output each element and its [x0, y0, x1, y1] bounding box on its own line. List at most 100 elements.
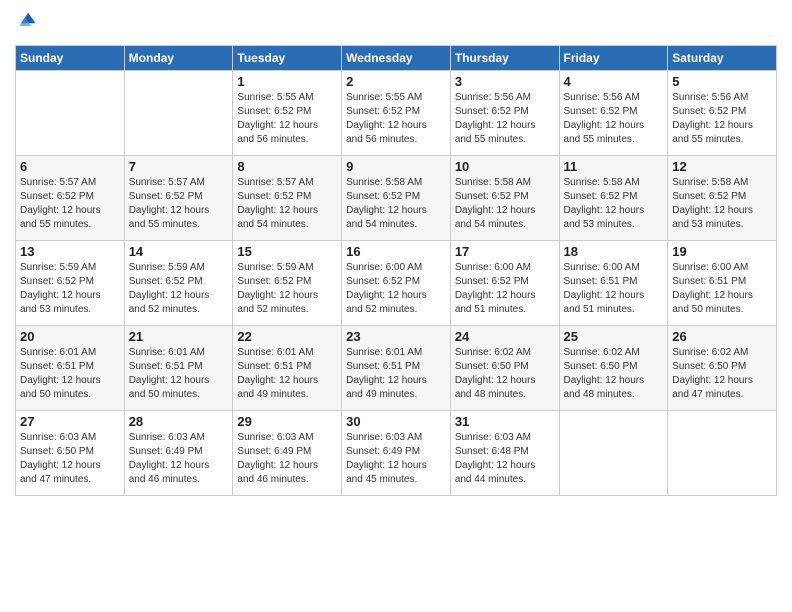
day-number: 27 [20, 414, 120, 429]
day-number: 7 [129, 159, 229, 174]
calendar-day-header: Saturday [668, 46, 777, 71]
day-detail: Sunrise: 6:00 AM Sunset: 6:52 PM Dayligh… [455, 261, 555, 317]
calendar-cell: 30 Sunrise: 6:03 AM Sunset: 6:49 PM Dayli… [342, 411, 451, 496]
day-number: 15 [237, 244, 337, 259]
calendar-cell: 27 Sunrise: 6:03 AM Sunset: 6:50 PM Dayli… [16, 411, 125, 496]
calendar-week-row: 27 Sunrise: 6:03 AM Sunset: 6:50 PM Dayli… [16, 411, 777, 496]
calendar-week-row: 6 Sunrise: 5:57 AM Sunset: 6:52 PM Daylig… [16, 156, 777, 241]
day-number: 11 [564, 159, 664, 174]
day-detail: Sunrise: 5:57 AM Sunset: 6:52 PM Dayligh… [20, 176, 120, 232]
day-number: 23 [346, 329, 446, 344]
day-number: 20 [20, 329, 120, 344]
calendar-day-header: Sunday [16, 46, 125, 71]
day-number: 4 [564, 74, 664, 89]
calendar-cell: 29 Sunrise: 6:03 AM Sunset: 6:49 PM Dayli… [233, 411, 342, 496]
day-number: 30 [346, 414, 446, 429]
calendar-cell: 9Sunrise: 5:58 AM Sunset: 6:52 PM Daylig… [342, 156, 451, 241]
day-detail: Sunrise: 5:55 AM Sunset: 6:52 PM Dayligh… [346, 91, 446, 147]
page-header [15, 10, 777, 37]
calendar-cell: 12 Sunrise: 5:58 AM Sunset: 6:52 PM Dayli… [668, 156, 777, 241]
day-detail: Sunrise: 6:01 AM Sunset: 6:51 PM Dayligh… [237, 346, 337, 402]
day-detail: Sunrise: 5:58 AM Sunset: 6:52 PM Dayligh… [672, 176, 772, 232]
calendar-cell [16, 71, 125, 156]
calendar-cell: 16 Sunrise: 6:00 AM Sunset: 6:52 PM Dayli… [342, 241, 451, 326]
day-detail: Sunrise: 5:56 AM Sunset: 6:52 PM Dayligh… [455, 91, 555, 147]
day-detail: Sunrise: 5:58 AM Sunset: 6:52 PM Dayligh… [564, 176, 664, 232]
day-number: 10 [455, 159, 555, 174]
day-number: 22 [237, 329, 337, 344]
day-detail: Sunrise: 6:03 AM Sunset: 6:49 PM Dayligh… [346, 431, 446, 487]
calendar-cell: 28 Sunrise: 6:03 AM Sunset: 6:49 PM Dayli… [124, 411, 233, 496]
day-number: 13 [20, 244, 120, 259]
day-number: 14 [129, 244, 229, 259]
day-number: 12 [672, 159, 772, 174]
calendar-cell: 18Sunrise: 6:00 AM Sunset: 6:51 PM Dayli… [559, 241, 668, 326]
calendar-cell: 26Sunrise: 6:02 AM Sunset: 6:50 PM Dayli… [668, 326, 777, 411]
calendar-cell [668, 411, 777, 496]
day-detail: Sunrise: 6:03 AM Sunset: 6:50 PM Dayligh… [20, 431, 120, 487]
day-number: 26 [672, 329, 772, 344]
day-number: 6 [20, 159, 120, 174]
day-number: 25 [564, 329, 664, 344]
day-number: 24 [455, 329, 555, 344]
calendar-day-header: Wednesday [342, 46, 451, 71]
calendar-cell: 22 Sunrise: 6:01 AM Sunset: 6:51 PM Dayli… [233, 326, 342, 411]
calendar-cell [124, 71, 233, 156]
day-detail: Sunrise: 6:03 AM Sunset: 6:49 PM Dayligh… [237, 431, 337, 487]
day-detail: Sunrise: 6:00 AM Sunset: 6:51 PM Dayligh… [672, 261, 772, 317]
day-detail: Sunrise: 5:59 AM Sunset: 6:52 PM Dayligh… [129, 261, 229, 317]
day-detail: Sunrise: 5:58 AM Sunset: 6:52 PM Dayligh… [455, 176, 555, 232]
day-detail: Sunrise: 5:56 AM Sunset: 6:52 PM Dayligh… [672, 91, 772, 147]
day-detail: Sunrise: 5:57 AM Sunset: 6:52 PM Dayligh… [237, 176, 337, 232]
day-detail: Sunrise: 6:01 AM Sunset: 6:51 PM Dayligh… [129, 346, 229, 402]
calendar-cell: 17 Sunrise: 6:00 AM Sunset: 6:52 PM Dayli… [450, 241, 559, 326]
day-detail: Sunrise: 5:57 AM Sunset: 6:52 PM Dayligh… [129, 176, 229, 232]
day-detail: Sunrise: 6:03 AM Sunset: 6:49 PM Dayligh… [129, 431, 229, 487]
day-detail: Sunrise: 5:59 AM Sunset: 6:52 PM Dayligh… [237, 261, 337, 317]
day-number: 16 [346, 244, 446, 259]
calendar-cell [559, 411, 668, 496]
day-detail: Sunrise: 6:01 AM Sunset: 6:51 PM Dayligh… [20, 346, 120, 402]
calendar-cell: 8 Sunrise: 5:57 AM Sunset: 6:52 PM Daylig… [233, 156, 342, 241]
calendar-cell: 13 Sunrise: 5:59 AM Sunset: 6:52 PM Dayli… [16, 241, 125, 326]
day-detail: Sunrise: 5:58 AM Sunset: 6:52 PM Dayligh… [346, 176, 446, 232]
day-number: 19 [672, 244, 772, 259]
logo [15, 10, 39, 37]
day-detail: Sunrise: 6:02 AM Sunset: 6:50 PM Dayligh… [455, 346, 555, 402]
day-detail: Sunrise: 6:00 AM Sunset: 6:52 PM Dayligh… [346, 261, 446, 317]
day-number: 8 [237, 159, 337, 174]
day-number: 3 [455, 74, 555, 89]
calendar-cell: 5Sunrise: 5:56 AM Sunset: 6:52 PM Daylig… [668, 71, 777, 156]
calendar-day-header: Tuesday [233, 46, 342, 71]
calendar-cell: 21Sunrise: 6:01 AM Sunset: 6:51 PM Dayli… [124, 326, 233, 411]
calendar-day-header: Friday [559, 46, 668, 71]
calendar-week-row: 13 Sunrise: 5:59 AM Sunset: 6:52 PM Dayli… [16, 241, 777, 326]
calendar-cell: 20 Sunrise: 6:01 AM Sunset: 6:51 PM Dayli… [16, 326, 125, 411]
calendar-cell: 7 Sunrise: 5:57 AM Sunset: 6:52 PM Daylig… [124, 156, 233, 241]
day-number: 17 [455, 244, 555, 259]
calendar-cell: 15 Sunrise: 5:59 AM Sunset: 6:52 PM Dayli… [233, 241, 342, 326]
calendar-cell: 11 Sunrise: 5:58 AM Sunset: 6:52 PM Dayli… [559, 156, 668, 241]
calendar-cell: 19 Sunrise: 6:00 AM Sunset: 6:51 PM Dayli… [668, 241, 777, 326]
calendar-table: SundayMondayTuesdayWednesdayThursdayFrid… [15, 45, 777, 496]
calendar-day-header: Thursday [450, 46, 559, 71]
day-number: 28 [129, 414, 229, 429]
calendar-cell: 3 Sunrise: 5:56 AM Sunset: 6:52 PM Daylig… [450, 71, 559, 156]
day-number: 31 [455, 414, 555, 429]
day-detail: Sunrise: 5:59 AM Sunset: 6:52 PM Dayligh… [20, 261, 120, 317]
calendar-week-row: 20 Sunrise: 6:01 AM Sunset: 6:51 PM Dayli… [16, 326, 777, 411]
day-number: 29 [237, 414, 337, 429]
calendar-cell: 24 Sunrise: 6:02 AM Sunset: 6:50 PM Dayli… [450, 326, 559, 411]
calendar-cell: 14 Sunrise: 5:59 AM Sunset: 6:52 PM Dayli… [124, 241, 233, 326]
calendar-cell: 10 Sunrise: 5:58 AM Sunset: 6:52 PM Dayli… [450, 156, 559, 241]
calendar-cell: 1Sunrise: 5:55 AM Sunset: 6:52 PM Daylig… [233, 71, 342, 156]
calendar-cell: 4Sunrise: 5:56 AM Sunset: 6:52 PM Daylig… [559, 71, 668, 156]
calendar-cell: 6 Sunrise: 5:57 AM Sunset: 6:52 PM Daylig… [16, 156, 125, 241]
calendar-cell: 23Sunrise: 6:01 AM Sunset: 6:51 PM Dayli… [342, 326, 451, 411]
day-detail: Sunrise: 5:55 AM Sunset: 6:52 PM Dayligh… [237, 91, 337, 147]
day-number: 2 [346, 74, 446, 89]
calendar-cell: 31Sunrise: 6:03 AM Sunset: 6:48 PM Dayli… [450, 411, 559, 496]
day-detail: Sunrise: 6:02 AM Sunset: 6:50 PM Dayligh… [564, 346, 664, 402]
calendar-header-row: SundayMondayTuesdayWednesdayThursdayFrid… [16, 46, 777, 71]
logo-icon [15, 10, 37, 32]
